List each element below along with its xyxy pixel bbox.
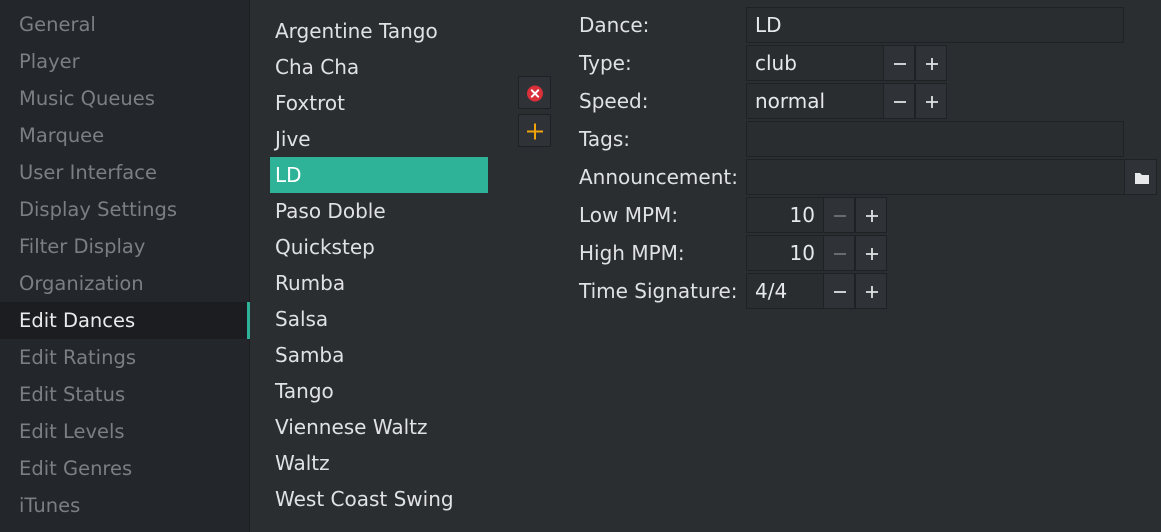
sidebar-item-user-interface[interactable]: User Interface bbox=[0, 154, 250, 191]
time-signature-decrement-button[interactable] bbox=[823, 273, 855, 309]
speed-decrement-button[interactable] bbox=[883, 83, 915, 119]
type-decrement-button[interactable] bbox=[883, 45, 915, 81]
dance-list-item[interactable]: Cha Cha bbox=[270, 49, 488, 85]
dance-list-item[interactable]: Tango bbox=[270, 373, 488, 409]
high-mpm-increment-button[interactable] bbox=[855, 235, 887, 271]
dance-list-item[interactable]: Salsa bbox=[270, 301, 488, 337]
tags-field[interactable] bbox=[746, 121, 1124, 157]
sidebar-item-edit-dances[interactable]: Edit Dances bbox=[0, 302, 250, 339]
dance-list-item[interactable]: Argentine Tango bbox=[270, 13, 488, 49]
time-signature-field[interactable]: 4/4 bbox=[746, 273, 824, 309]
low-mpm-decrement-button[interactable] bbox=[823, 197, 855, 233]
remove-circle-icon bbox=[527, 85, 543, 102]
sidebar-item-edit-levels[interactable]: Edit Levels bbox=[0, 413, 250, 450]
high-mpm-label: High MPM: bbox=[579, 241, 685, 265]
dance-list-item[interactable]: Viennese Waltz bbox=[270, 409, 488, 445]
high-mpm-field[interactable]: 10 bbox=[746, 235, 824, 271]
high-mpm-decrement-button[interactable] bbox=[823, 235, 855, 271]
minus-icon bbox=[834, 253, 846, 255]
plus-icon bbox=[866, 210, 878, 222]
sidebar-item-organization[interactable]: Organization bbox=[0, 265, 250, 302]
time-signature-label: Time Signature: bbox=[579, 279, 738, 303]
dance-list-item[interactable]: Quickstep bbox=[270, 229, 488, 265]
dance-list-item[interactable]: Samba bbox=[270, 337, 488, 373]
minus-icon bbox=[894, 101, 906, 103]
speed-label: Speed: bbox=[579, 89, 649, 113]
sidebar-item-general[interactable]: General bbox=[0, 6, 250, 43]
plus-icon bbox=[527, 123, 543, 140]
add-dance-button[interactable] bbox=[518, 114, 551, 147]
dance-list-item[interactable]: West Coast Swing bbox=[270, 481, 488, 517]
dance-label: Dance: bbox=[579, 13, 650, 37]
sidebar-item-filter-display[interactable]: Filter Display bbox=[0, 228, 250, 265]
dance-list-item[interactable]: Jive bbox=[270, 121, 488, 157]
plus-icon bbox=[926, 96, 938, 108]
sidebar-item-edit-ratings[interactable]: Edit Ratings bbox=[0, 339, 250, 376]
plus-icon bbox=[926, 58, 938, 70]
announcement-label: Announcement: bbox=[579, 165, 738, 189]
plus-icon bbox=[866, 286, 878, 298]
dance-name-field[interactable]: LD bbox=[746, 7, 1124, 43]
folder-icon bbox=[1135, 173, 1149, 184]
low-mpm-increment-button[interactable] bbox=[855, 197, 887, 233]
sidebar-item-edit-genres[interactable]: Edit Genres bbox=[0, 450, 250, 487]
dance-list-item[interactable]: Waltz bbox=[270, 445, 488, 481]
dance-list-item[interactable]: Rumba bbox=[270, 265, 488, 301]
sidebar-item-music-queues[interactable]: Music Queues bbox=[0, 80, 250, 117]
speed-field[interactable]: normal bbox=[746, 83, 884, 119]
sidebar-item-display-settings[interactable]: Display Settings bbox=[0, 191, 250, 228]
browse-announcement-button[interactable] bbox=[1124, 159, 1157, 195]
sidebar-item-itunes[interactable]: iTunes bbox=[0, 487, 250, 524]
type-field[interactable]: club bbox=[746, 45, 884, 81]
plus-icon bbox=[866, 248, 878, 260]
settings-sidebar: General Player Music Queues Marquee User… bbox=[0, 0, 250, 532]
speed-increment-button[interactable] bbox=[915, 83, 947, 119]
dance-list-item[interactable]: Foxtrot bbox=[270, 85, 488, 121]
sidebar-item-marquee[interactable]: Marquee bbox=[0, 117, 250, 154]
dance-list-item[interactable]: Paso Doble bbox=[270, 193, 488, 229]
dance-list-item-selected[interactable]: LD bbox=[270, 157, 488, 193]
minus-icon bbox=[894, 63, 906, 65]
minus-icon bbox=[834, 291, 846, 293]
low-mpm-label: Low MPM: bbox=[579, 203, 679, 227]
type-label: Type: bbox=[579, 51, 632, 75]
low-mpm-field[interactable]: 10 bbox=[746, 197, 824, 233]
tags-label: Tags: bbox=[579, 127, 631, 151]
announcement-field[interactable] bbox=[746, 159, 1125, 195]
time-signature-increment-button[interactable] bbox=[855, 273, 887, 309]
sidebar-item-edit-status[interactable]: Edit Status bbox=[0, 376, 250, 413]
remove-dance-button[interactable] bbox=[518, 76, 551, 109]
type-increment-button[interactable] bbox=[915, 45, 947, 81]
sidebar-item-player[interactable]: Player bbox=[0, 43, 250, 80]
minus-icon bbox=[834, 215, 846, 217]
